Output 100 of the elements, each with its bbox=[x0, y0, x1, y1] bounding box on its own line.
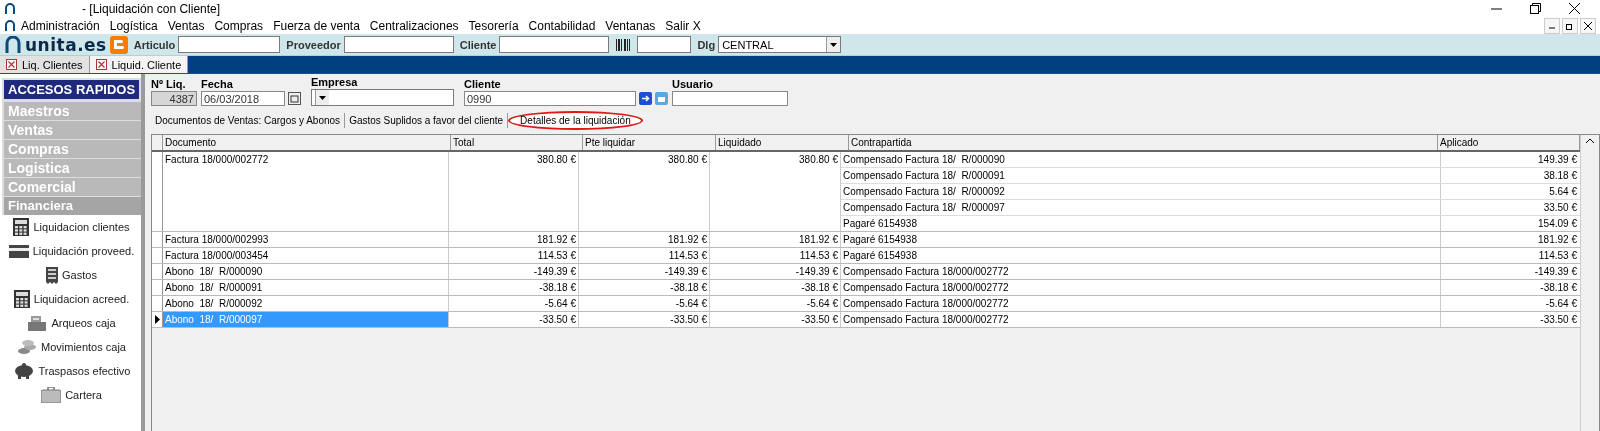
card-icon bbox=[8, 244, 29, 258]
minimize-icon[interactable] bbox=[1544, 17, 1560, 34]
cash-register-icon bbox=[27, 315, 48, 331]
sidebar-item[interactable]: Arqueos caja bbox=[2, 311, 141, 335]
close-icon[interactable] bbox=[95, 59, 107, 70]
menu-item[interactable]: Administración bbox=[16, 18, 105, 33]
document-tab[interactable]: Liq. Clientes bbox=[0, 56, 90, 73]
table-cell: Abono 18/ R/000090 bbox=[163, 264, 449, 279]
table-cell-text: -149.39 € bbox=[1533, 265, 1578, 279]
receipt-icon bbox=[46, 266, 59, 284]
table-cell-text: 5.64 € bbox=[1548, 185, 1578, 199]
menu-item[interactable]: Salir X bbox=[660, 18, 706, 33]
sidebar-item[interactable]: Movimientos caja bbox=[2, 335, 141, 359]
field-label: Proveedor bbox=[286, 38, 341, 51]
tab[interactable]: Detalles de la liquidación bbox=[508, 110, 643, 130]
restore-icon[interactable] bbox=[1530, 3, 1541, 14]
search-field[interactable] bbox=[343, 36, 454, 53]
calculator-icon bbox=[13, 290, 30, 308]
sidebar-title: ACCESOS RAPIDOS bbox=[2, 78, 141, 101]
blog-icon[interactable] bbox=[109, 35, 128, 54]
table-cell-text: 33.50 € bbox=[1542, 201, 1578, 215]
tab[interactable]: Documentos de Ventas: Cargos y Abonos bbox=[151, 112, 346, 128]
calculator-icon bbox=[13, 218, 30, 236]
tab[interactable]: Gastos Suplidos a favor del cliente bbox=[345, 112, 509, 128]
sidebar-item[interactable]: Liquidación proveed. bbox=[2, 239, 141, 263]
menu-item[interactable]: Compras bbox=[209, 18, 269, 33]
search-field[interactable] bbox=[499, 36, 610, 53]
table-cell: Pagaré 6154938 bbox=[841, 232, 1441, 247]
menu-item[interactable]: Ventas bbox=[162, 18, 210, 33]
briefcase-icon bbox=[41, 387, 62, 403]
calendar-icon[interactable] bbox=[288, 92, 301, 105]
table-cell: Factura 18/000/003454 bbox=[163, 248, 449, 263]
table-cell-text: -5.64 € bbox=[1544, 297, 1578, 311]
menu-item[interactable]: Tesorería bbox=[463, 18, 524, 33]
close-icon[interactable] bbox=[1569, 3, 1580, 14]
table-cell: Compensado Factura 18/ R/000091 bbox=[841, 168, 1441, 183]
coins-icon bbox=[17, 339, 37, 355]
field-label: Articulo bbox=[133, 38, 176, 51]
sidebar-item[interactable]: Gastos bbox=[2, 263, 141, 287]
table-cell: Factura 18/000/002772 bbox=[163, 152, 449, 231]
column-header[interactable]: Documento bbox=[163, 135, 451, 150]
restore-icon[interactable] bbox=[1562, 17, 1578, 34]
liq-number-field[interactable]: 4387 bbox=[151, 91, 197, 106]
date-field[interactable]: 06/03/2018 bbox=[201, 91, 285, 106]
app-logo-icon bbox=[4, 2, 16, 15]
user-field[interactable] bbox=[672, 91, 788, 106]
field-label: Fecha bbox=[201, 78, 234, 90]
field-label: Usuario bbox=[672, 78, 714, 90]
menu-item[interactable]: Contabilidad bbox=[523, 18, 601, 33]
table-cell: Compensado Factura 18/ R/000090 bbox=[841, 152, 1441, 167]
table-cell: Compensado Factura 18/ R/000097 bbox=[841, 200, 1441, 215]
document-tab[interactable]: Liquid. Cliente bbox=[89, 56, 189, 73]
piggy-bank-icon bbox=[12, 363, 35, 379]
table-cell: Abono 18/ R/000097 bbox=[163, 312, 449, 327]
caret-icon bbox=[319, 95, 326, 100]
table-cell: Pagaré 6154938 bbox=[841, 216, 1441, 231]
table-cell-text: 149.39 € bbox=[1537, 153, 1578, 167]
column-header[interactable]: Total bbox=[451, 135, 583, 150]
table-cell: Compensado Factura 18/000/002772 bbox=[841, 312, 1441, 327]
barcode-icon[interactable] bbox=[615, 37, 632, 52]
dlg-select[interactable]: CENTRAL bbox=[718, 36, 842, 53]
table-cell: Factura 18/000/002993 bbox=[163, 232, 449, 247]
table-cell: Compensado Factura 18/000/002772 bbox=[841, 280, 1441, 295]
app-logo-icon bbox=[4, 19, 16, 32]
table-cell-text: -33.50 € bbox=[1539, 313, 1578, 327]
barcode-field[interactable] bbox=[637, 36, 692, 53]
sidebar-item[interactable]: Cartera bbox=[2, 383, 141, 407]
logo-text: unita.es bbox=[25, 34, 107, 55]
company-select[interactable] bbox=[311, 89, 454, 106]
field-label: Cliente bbox=[464, 78, 502, 90]
column-header[interactable]: Pte liquidar bbox=[583, 135, 716, 150]
search-field[interactable] bbox=[178, 36, 281, 53]
table-cell-text: 38.18 € bbox=[1542, 169, 1578, 183]
table-cell: Abono 18/ R/000092 bbox=[163, 296, 449, 311]
field-label: Nº Liq. bbox=[151, 78, 187, 90]
sidebar-item[interactable]: Liquidacion acreed. bbox=[2, 287, 141, 311]
field-label: Cliente bbox=[459, 38, 497, 51]
table-cell: Compensado Factura 18/ R/000092 bbox=[841, 184, 1441, 199]
sidebar-item[interactable]: Traspasos efectivo bbox=[2, 359, 141, 383]
caret-icon bbox=[830, 42, 838, 47]
table-cell: Compensado Factura 18/000/002772 bbox=[841, 264, 1441, 279]
menu-item[interactable]: Fuerza de venta bbox=[268, 18, 365, 33]
sidebar-item[interactable]: Liquidacion clientes bbox=[2, 215, 141, 239]
field-label: Empresa bbox=[311, 76, 359, 88]
menu-item[interactable]: Ventanas bbox=[600, 18, 661, 33]
field-label: Dlg bbox=[697, 38, 716, 51]
close-icon[interactable] bbox=[6, 59, 17, 70]
arrow-right-icon[interactable] bbox=[639, 92, 652, 105]
table-cell-text: 154.09 € bbox=[1537, 217, 1578, 231]
table-cell-text: 181.92 € bbox=[1537, 233, 1578, 247]
scroll-up-icon[interactable] bbox=[1586, 138, 1594, 143]
window-title: - [Liquidación con Cliente] bbox=[82, 1, 221, 16]
client-field[interactable]: 0990 bbox=[464, 91, 636, 106]
column-header[interactable]: Contrapartida bbox=[849, 135, 1438, 150]
column-header[interactable]: Liquidado bbox=[716, 135, 849, 150]
table-cell-text: -38.18 € bbox=[1539, 281, 1578, 295]
menu-item[interactable]: Centralizaciones bbox=[364, 18, 464, 33]
table-cell: Compensado Factura 18/000/002772 bbox=[841, 296, 1441, 311]
table-cell: Abono 18/ R/000091 bbox=[163, 280, 449, 295]
menu-item[interactable]: Logística bbox=[104, 18, 163, 33]
